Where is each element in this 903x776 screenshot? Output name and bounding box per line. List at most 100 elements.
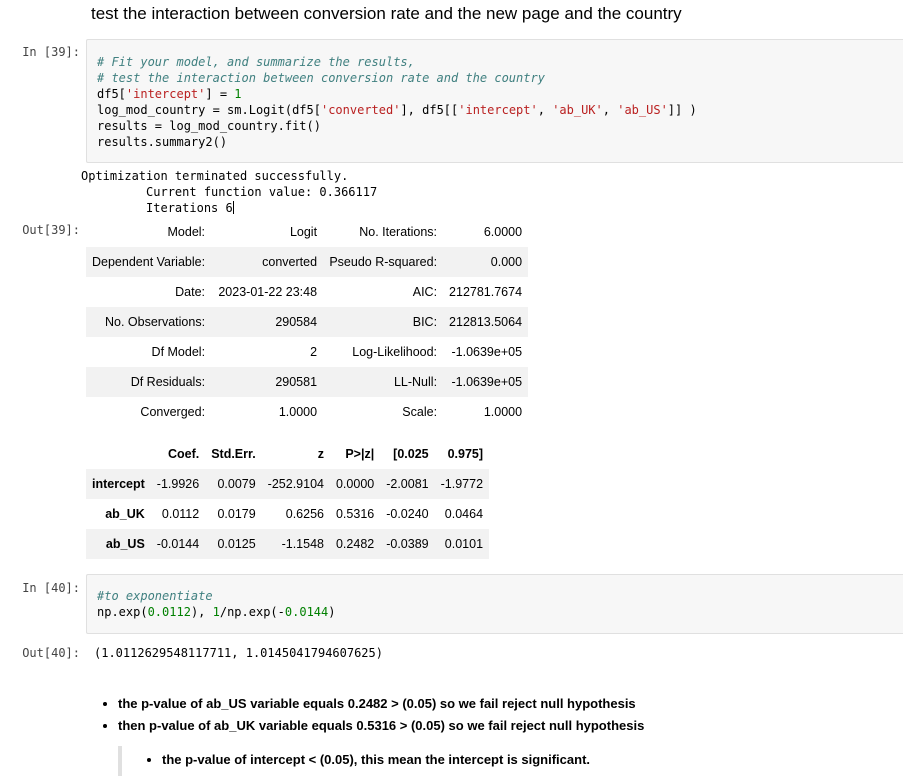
table-row: Converged: 1.0000 Scale: 1.0000 xyxy=(86,397,528,427)
code-token: #to exponentiate xyxy=(97,589,213,603)
stdout-line: Optimization terminated successfully. xyxy=(81,169,349,183)
stdout-line: Iterations 6 xyxy=(81,201,233,215)
code-token: , xyxy=(537,103,553,117)
blockquote: the p-value of intercept < (0.05), this … xyxy=(118,746,722,776)
column-header: Std.Err. xyxy=(211,447,256,461)
code-token: 0.0112 xyxy=(147,605,191,619)
code-token: # test the interaction between conversio… xyxy=(97,71,545,85)
code-token: 'intercept' xyxy=(125,87,206,101)
table-cell: Dependent Variable: xyxy=(86,247,212,277)
column-header: z xyxy=(317,447,324,461)
table-cell: AIC: xyxy=(412,285,438,299)
code-editor-39[interactable]: # Fit your model, and summarize the resu… xyxy=(97,54,697,150)
table-cell: 0.6256 xyxy=(261,499,330,529)
code-token: 1 xyxy=(234,87,242,101)
column-header: P>|z| xyxy=(345,447,375,461)
table-row: intercept -1.9926 0.0079 -252.9104 0.0000 -2.… xyxy=(86,469,490,499)
table-cell: 1.0000 xyxy=(483,405,523,419)
code-token: results = log_mod_country.fit() xyxy=(97,119,321,133)
table-cell: 212781.7674 xyxy=(449,285,523,299)
code-token: ] = xyxy=(205,87,235,101)
table-cell: LL-Null: xyxy=(323,367,444,397)
table-cell: -0.0144 xyxy=(150,529,206,559)
code-token: results.summary2() xyxy=(97,135,228,149)
table-cell: 0.000 xyxy=(443,247,529,277)
row-header: ab_US xyxy=(86,529,151,559)
table-cell: Pseudo R-squared: xyxy=(323,247,444,277)
table-cell: -252.9104 xyxy=(261,469,330,499)
code-token: log_mod_country = sm.Logit(df5[ xyxy=(97,103,321,117)
table-cell: 0.0125 xyxy=(205,529,262,559)
column-header: 0.975] xyxy=(447,447,484,461)
coefficients-table: Coef. Std.Err. z P>|z| [0.025 0.975] intercep… xyxy=(86,439,490,559)
row-header: ab_UK xyxy=(86,499,151,529)
table-cell: 290584 xyxy=(211,307,324,337)
code-token: 'ab_US' xyxy=(617,103,668,117)
code-cell-40[interactable]: #to exponentiate np.exp(0.0112), 1/np.ex… xyxy=(86,574,903,634)
table-cell: 0.2482 xyxy=(329,529,381,559)
table-row: Dependent Variable: converted Pseudo R-squ… xyxy=(86,247,529,277)
list-item: then p-value of ab_UK variable equals 0.… xyxy=(118,715,644,737)
list-item: the p-value of ab_US variable equals 0.2… xyxy=(118,693,644,715)
table-cell: -0.0389 xyxy=(380,529,435,559)
code-editor-40[interactable]: #to exponentiate np.exp(0.0112), 1/np.ex… xyxy=(97,588,335,620)
table-cell: Log-Likelihood: xyxy=(352,345,438,359)
table-cell: -1.9926 xyxy=(150,469,206,499)
table-cell: Logit xyxy=(289,225,318,239)
code-cell-39[interactable]: # Fit your model, and summarize the resu… xyxy=(86,39,903,163)
model-summary-table: Model: Logit No. Iterations: 6.0000 Dependen… xyxy=(86,217,529,427)
table-cell: -1.0639e+05 xyxy=(451,345,523,359)
table-cell: 0.5316 xyxy=(329,499,381,529)
table-cell: BIC: xyxy=(323,307,444,337)
table-cell: Df Model: xyxy=(151,345,206,359)
table-cell: Converged: xyxy=(140,405,206,419)
table-cell: 290581 xyxy=(211,367,324,397)
table-cell: 6.0000 xyxy=(483,225,523,239)
table-cell: Scale: xyxy=(402,405,438,419)
code-token: np.exp( xyxy=(97,605,148,619)
code-token: , xyxy=(602,103,618,117)
section-heading: test the interaction between conversion … xyxy=(91,4,682,23)
code-token: # Fit your model, and summarize the resu… xyxy=(97,55,415,69)
conclusion-list: the p-value of ab_US variable equals 0.2… xyxy=(100,693,644,737)
table-row: Df Residuals: 290581 LL-Null: -1.0639e+05 xyxy=(86,367,529,397)
table-row: Df Model: 2 Log-Likelihood: -1.0639e+05 xyxy=(86,337,528,367)
table-cell: Model: xyxy=(167,225,206,239)
stdout-line: Current function value: 0.366117 xyxy=(81,185,378,199)
table-cell: -2.0081 xyxy=(380,469,435,499)
table-row: ab_UK 0.0112 0.0179 0.6256 0.5316 -0.0240 0.04… xyxy=(86,499,490,529)
code-token: /np.exp(- xyxy=(219,605,285,619)
table-row: No. Observations: 290584 BIC: 212813.5064 xyxy=(86,307,529,337)
table-cell: 0.0179 xyxy=(205,499,262,529)
code-token: ), xyxy=(190,605,213,619)
table-cell: 0.0101 xyxy=(434,529,490,559)
stdout-output-39: Optimization terminated successfully. Cu… xyxy=(81,168,377,216)
table-cell: -1.0639e+05 xyxy=(443,367,529,397)
table-cell: -0.0240 xyxy=(380,499,435,529)
output-text-40: (1.0112629548117711, 1.0145041794607625) xyxy=(94,646,383,660)
code-token: 'converted' xyxy=(320,103,401,117)
table-cell: No. Observations: xyxy=(86,307,212,337)
input-prompt-39: In [39]: xyxy=(22,45,80,59)
table-cell: -1.9772 xyxy=(434,469,490,499)
table-cell: 2023-01-22 23:48 xyxy=(218,285,318,299)
code-token: ) xyxy=(328,605,336,619)
table-cell: No. Iterations: xyxy=(359,225,438,239)
input-prompt-40: In [40]: xyxy=(22,581,80,595)
output-prompt-39: Out[39]: xyxy=(22,223,80,237)
code-token: ], df5[[ xyxy=(400,103,459,117)
table-cell: 0.0000 xyxy=(329,469,381,499)
code-token: 'intercept' xyxy=(458,103,538,117)
column-header: Coef. xyxy=(167,447,200,461)
table-cell: Date: xyxy=(175,285,206,299)
output-prompt-40: Out[40]: xyxy=(22,646,80,660)
row-header: intercept xyxy=(86,469,151,499)
table-cell: -1.1548 xyxy=(261,529,330,559)
column-header: [0.025 xyxy=(393,447,429,461)
code-token: df5[ xyxy=(97,87,126,101)
code-token: 'ab_UK' xyxy=(552,103,603,117)
column-header xyxy=(86,439,151,469)
table-cell: 0.0112 xyxy=(150,499,206,529)
table-row: ab_US -0.0144 0.0125 -1.1548 0.2482 -0.0389 0.… xyxy=(86,529,490,559)
code-token: 1 xyxy=(212,605,220,619)
